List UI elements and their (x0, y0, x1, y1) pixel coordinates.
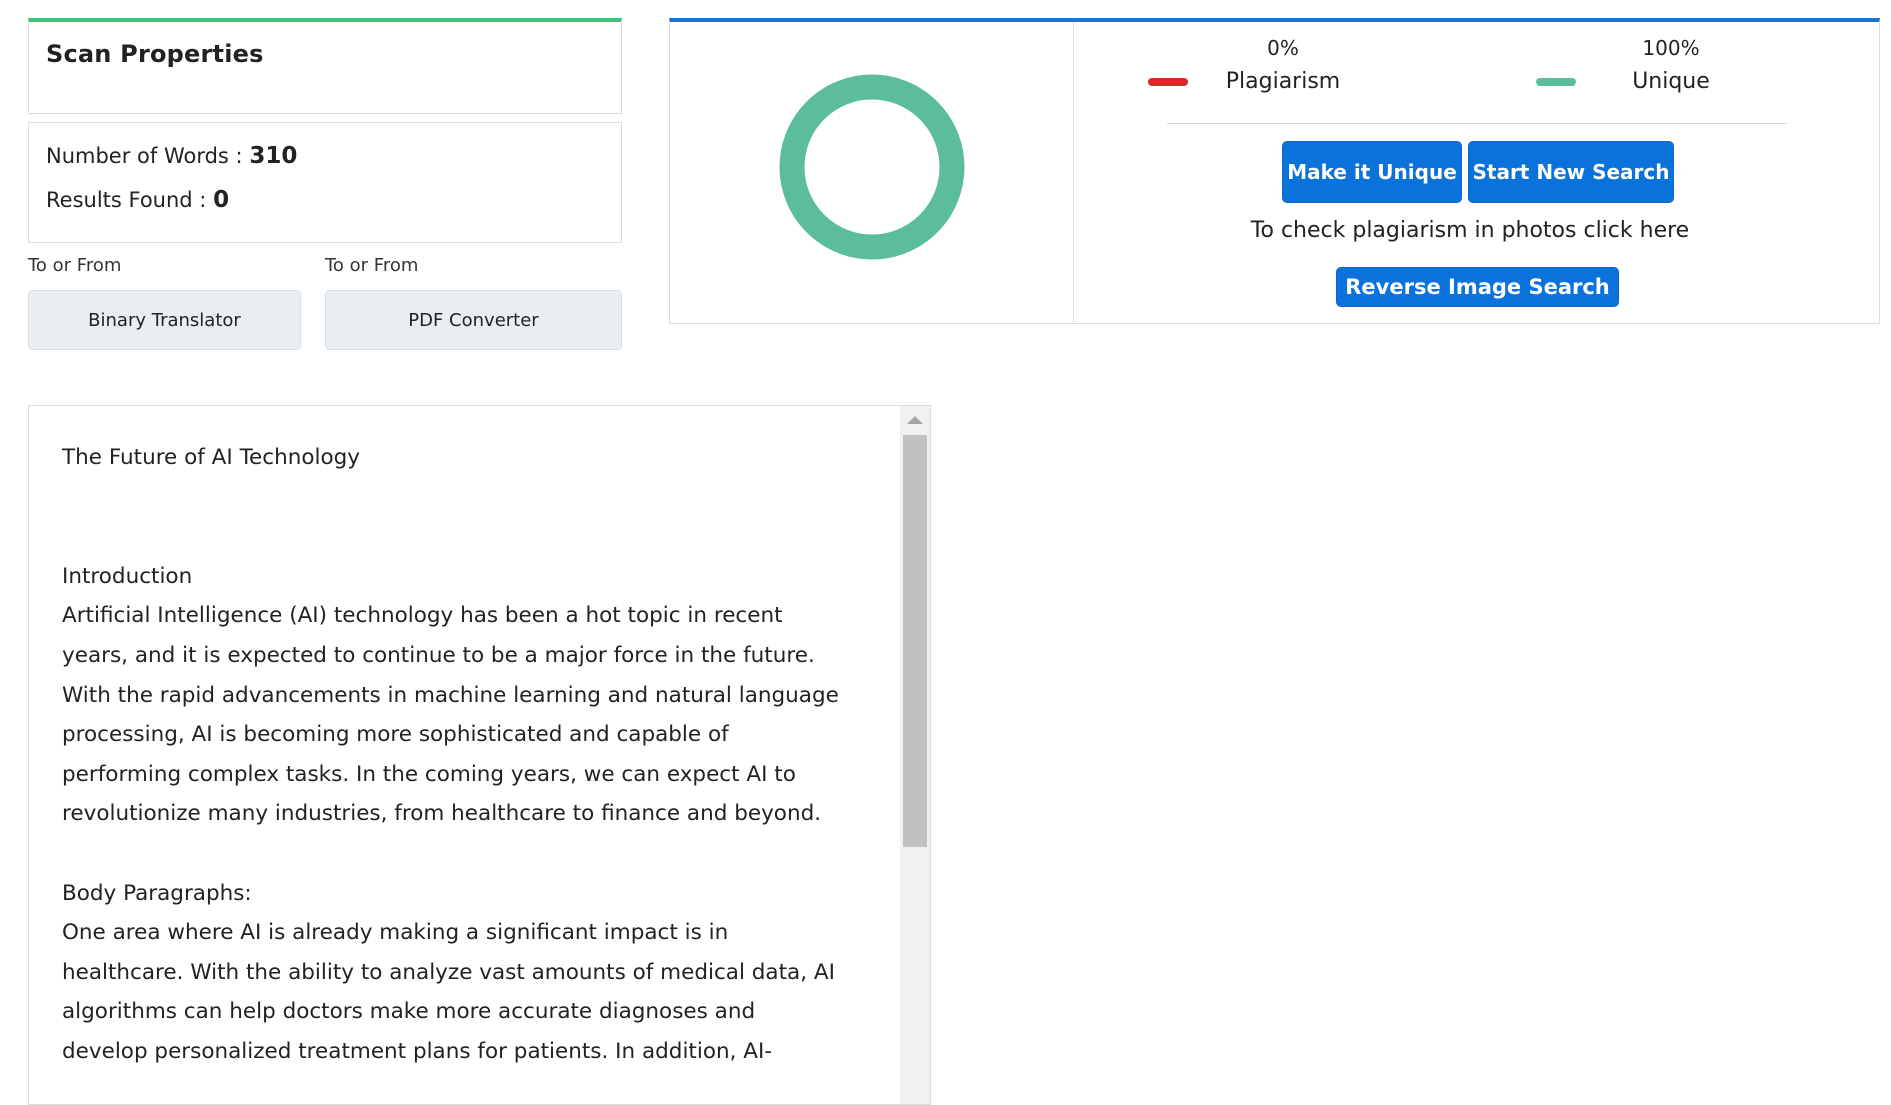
scroll-up-arrow-icon[interactable] (907, 416, 923, 424)
reverse-image-search-button[interactable]: Reverse Image Search (1336, 267, 1619, 307)
word-count-label: Number of Words : (46, 144, 243, 168)
result-donut-chart (779, 74, 965, 260)
scan-properties-title: Scan Properties (46, 40, 264, 68)
photo-check-text: To check plagiarism in photos click here (1250, 218, 1690, 243)
donut-unique-segment (779, 74, 965, 260)
scrollbar-thumb[interactable] (903, 435, 927, 847)
plagiarism-legend-swatch (1148, 78, 1188, 86)
results-found-label: Results Found : (46, 188, 207, 212)
plagiarism-percent: 0% (1267, 36, 1299, 60)
tool-caption: To or From (325, 255, 419, 276)
scan-stats-card: Number of Words : 310 Results Found : 0 (28, 122, 622, 243)
scan-properties-card: Scan Properties (28, 18, 622, 114)
word-count: Number of Words : 310 (46, 143, 297, 169)
result-panel: 0% Plagiarism 100% Unique Make it Unique… (669, 18, 1880, 324)
panel-divider (1073, 22, 1074, 324)
unique-label: Unique (1632, 69, 1710, 94)
results-found-value: 0 (213, 187, 230, 213)
text-area-scrollbar[interactable] (900, 406, 930, 1104)
binary-translator-button[interactable]: Binary Translator (28, 290, 301, 350)
make-it-unique-button[interactable]: Make it Unique (1282, 141, 1462, 203)
legend-separator (1167, 123, 1787, 124)
pdf-converter-button[interactable]: PDF Converter (325, 290, 622, 350)
document-text[interactable]: The Future of AI Technology Introduction… (62, 438, 892, 1072)
plagiarism-label: Plagiarism (1225, 69, 1341, 94)
word-count-value: 310 (249, 143, 298, 169)
unique-legend-swatch (1536, 78, 1576, 86)
document-text-area[interactable]: The Future of AI Technology Introduction… (28, 405, 931, 1105)
unique-percent: 100% (1642, 36, 1700, 60)
tool-caption: To or From (28, 255, 122, 276)
start-new-search-button[interactable]: Start New Search (1468, 141, 1674, 203)
results-found: Results Found : 0 (46, 187, 229, 213)
